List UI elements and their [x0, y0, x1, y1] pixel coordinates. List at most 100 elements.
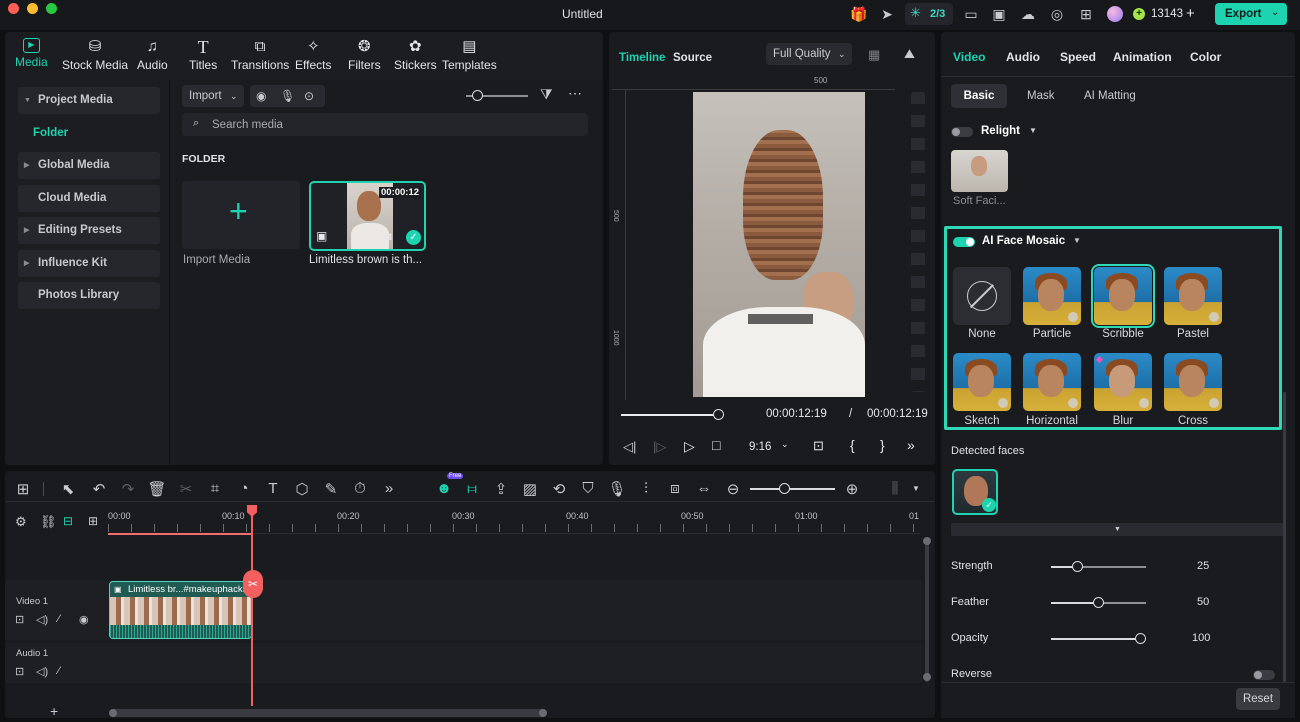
feather-knob[interactable] [1093, 597, 1104, 608]
tab-color[interactable]: Color [1190, 50, 1221, 64]
effect-sketch[interactable] [953, 353, 1011, 411]
magic-wand-icon[interactable]: ⁄ [58, 613, 60, 625]
microphone-icon[interactable]: 🎙 [280, 85, 295, 107]
lock-icon[interactable]: ⊡ [15, 613, 24, 626]
export-button[interactable]: Export ⌄ [1215, 3, 1287, 25]
tool-stock-media[interactable]: ⛁ Stock Media [62, 38, 128, 72]
caret-down-icon[interactable]: ▼ [1073, 236, 1081, 245]
effect-scribble[interactable] [1091, 264, 1155, 328]
sidebar-item-cloud-media[interactable]: Cloud Media [18, 185, 160, 212]
magic-wand-icon[interactable]: ⁄ [58, 665, 60, 677]
subtab-ai-matting[interactable]: AI Matting [1084, 90, 1136, 102]
more-options-icon[interactable]: ⋯ [568, 85, 582, 102]
add-credits-icon[interactable]: + [1186, 5, 1195, 22]
timeline-zoom-knob[interactable] [779, 483, 790, 494]
link-icon[interactable]: ⛓ [40, 514, 57, 530]
caret-down-icon[interactable]: ▼ [912, 484, 920, 493]
image-edit-icon[interactable]: ▨ [520, 480, 540, 498]
shield-icon[interactable]: ⛉ [578, 480, 598, 497]
apps-grid-icon[interactable]: ⊞ [1077, 5, 1095, 23]
timeline-playhead[interactable] [251, 506, 253, 706]
tool-templates[interactable]: ▤ Templates [442, 38, 497, 72]
video-clip[interactable]: ▣ Limitless br...#makeuphacks [109, 581, 252, 639]
tab-animation[interactable]: Animation [1113, 50, 1172, 64]
tool-filters[interactable]: ❂ Filters [348, 38, 381, 72]
tool-media[interactable]: ▶ Media [15, 38, 48, 69]
aspect-ratio[interactable]: 9:16 [749, 441, 771, 453]
gift-icon[interactable]: 🎁 [850, 5, 868, 23]
tool-audio[interactable]: ♫ Audio [137, 38, 168, 72]
settings-icon[interactable]: ⚙ [15, 514, 27, 530]
eye-icon[interactable]: ◉ [79, 613, 89, 626]
thumbnail-size-knob[interactable] [472, 90, 483, 101]
reverse-toggle[interactable] [1253, 670, 1275, 680]
tool-stickers[interactable]: ✿ Stickers [394, 38, 437, 72]
soft-facial-thumbnail[interactable] [951, 150, 1008, 192]
effect-cross[interactable] [1164, 353, 1222, 411]
previous-frame-icon[interactable]: ◁| [623, 439, 636, 455]
tool-titles[interactable]: T Titles [189, 38, 217, 72]
import-dropdown[interactable]: Import ⌄ [182, 85, 244, 107]
split-scene-icon[interactable]: ⧦ [462, 480, 482, 497]
opacity-value[interactable]: 100 [1192, 632, 1210, 644]
opacity-knob[interactable] [1135, 633, 1146, 644]
detected-face-thumbnail[interactable]: ✓ [952, 469, 998, 515]
subtitle-icon[interactable]: ⧈ [665, 480, 685, 497]
send-icon[interactable]: ➤ [878, 5, 896, 23]
lock-icon[interactable]: ⊡ [15, 665, 24, 678]
playback-progress-track[interactable] [621, 414, 719, 416]
timeline-v-scroll[interactable] [923, 537, 931, 682]
layout-icon[interactable]: ▭ [962, 5, 980, 23]
next-frame-icon[interactable]: |▷ [653, 439, 666, 455]
color-match-icon[interactable]: ⬡ [292, 480, 312, 498]
timeline-h-scroll[interactable] [109, 709, 547, 717]
crop-icon[interactable]: ⌗ [205, 480, 225, 497]
volume-icon[interactable]: ◁) [36, 665, 48, 678]
mark-out-button[interactable]: } [880, 437, 885, 453]
subtab-basic[interactable]: Basic [951, 84, 1007, 108]
undo-icon[interactable]: ↶ [89, 480, 109, 498]
cut-icon[interactable]: ✂ [176, 480, 196, 498]
ripple-icon[interactable]: ⊞ [88, 514, 98, 528]
reset-button[interactable]: Reset [1236, 688, 1280, 710]
sidebar-item-editing-presets[interactable]: ▶ Editing Presets [18, 217, 160, 244]
effect-blur[interactable]: ◆ [1094, 353, 1152, 411]
tab-video[interactable]: Video [953, 50, 985, 64]
stop-icon[interactable]: □ [712, 437, 720, 453]
zoom-window-button[interactable] [46, 3, 57, 14]
tab-source[interactable]: Source [673, 52, 712, 64]
play-icon[interactable]: ▷ [684, 438, 695, 455]
snapshot-icon[interactable]: ⛰ [904, 46, 915, 62]
close-window-button[interactable] [8, 3, 19, 14]
effect-particle[interactable] [1023, 267, 1081, 325]
chevron-down-icon[interactable]: ⌄ [781, 439, 789, 450]
chevron-down-icon[interactable]: ⌄ [1271, 7, 1279, 18]
inspector-scrollbar[interactable] [1283, 392, 1286, 682]
ai-robot-icon[interactable]: ☻ [434, 480, 454, 497]
relight-toggle[interactable] [951, 127, 973, 137]
opacity-slider[interactable] [1051, 638, 1141, 640]
add-track-button[interactable]: + [50, 703, 58, 719]
media-clip-thumbnail[interactable]: 00:00:12 ▣ ◙ ✓ [309, 181, 426, 251]
sidebar-item-folder[interactable]: Folder [33, 127, 68, 139]
audio-mixer-icon[interactable]: ⫶ [636, 480, 656, 497]
magnet-icon[interactable]: ⊟ [63, 514, 73, 528]
scissors-icon[interactable]: ✂ [243, 570, 263, 598]
tool-transitions[interactable]: ⧉ Transitions [231, 38, 289, 72]
effect-pastel[interactable] [1164, 267, 1222, 325]
tab-timeline[interactable]: Timeline [619, 52, 665, 64]
sidebar-item-project-media[interactable]: ▼ Project Media [18, 87, 160, 114]
effect-none[interactable] [953, 267, 1011, 325]
strength-value[interactable]: 25 [1197, 560, 1209, 572]
record-screen-icon[interactable]: ◉ [256, 85, 266, 107]
delete-icon[interactable]: 🗑 [147, 480, 167, 498]
track-settings-icon[interactable]: ⫼ [885, 480, 905, 497]
cloud-upload-icon[interactable]: ☁ [1019, 5, 1037, 23]
save-icon[interactable]: ▣ [990, 5, 1008, 23]
search-input[interactable]: ⌕ Search media [182, 113, 588, 136]
tab-speed[interactable]: Speed [1060, 50, 1096, 64]
fit-icon[interactable]: ⇔ [694, 480, 714, 497]
redo-icon[interactable]: ↷ [118, 480, 138, 498]
headset-icon[interactable]: ◎ [1048, 5, 1066, 23]
mark-in-button[interactable]: { [850, 437, 855, 453]
